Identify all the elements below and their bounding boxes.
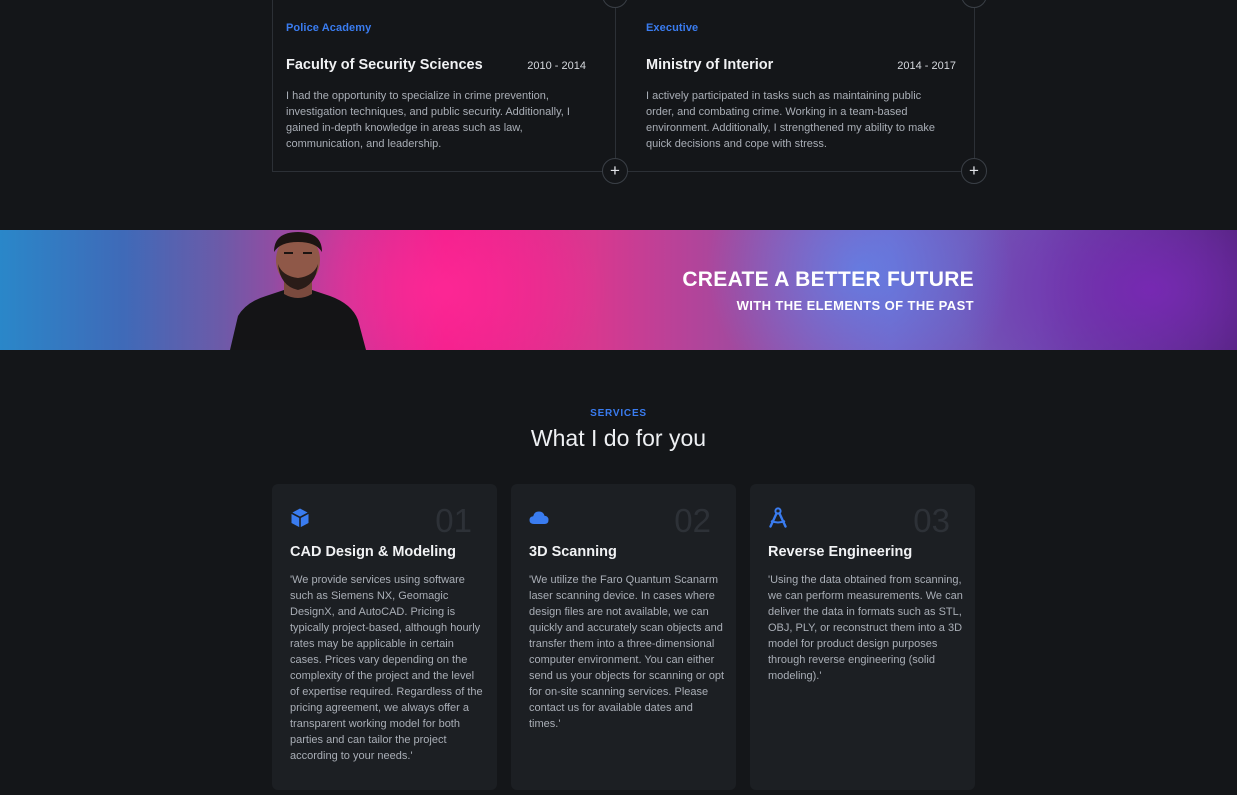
banner-subtitle: WITH THE ELEMENTS OF THE PAST xyxy=(736,298,974,313)
service-card[interactable]: 01 CAD Design & Modeling 'We provide ser… xyxy=(272,484,497,790)
timeline-title: Faculty of Security Sciences xyxy=(286,57,483,73)
timeline-title: Ministry of Interior xyxy=(646,57,774,73)
timeline-item: Executive Ministry of Interior 2014 - 20… xyxy=(646,0,986,172)
hero-banner: CREATE A BETTER FUTURE WITH THE ELEMENTS… xyxy=(0,230,1237,350)
timeline-kicker: Police Academy xyxy=(286,22,372,34)
service-title: 3D Scanning xyxy=(529,544,617,560)
timeline-item: Police Academy Faculty of Security Scien… xyxy=(286,0,626,172)
compass-drafting-icon xyxy=(769,507,787,528)
service-card[interactable]: 03 Reverse Engineering 'Using the data o… xyxy=(750,484,975,790)
timeline-kicker: Executive xyxy=(646,22,699,34)
service-description: 'We utilize the Faro Quantum Scanarm las… xyxy=(529,574,725,730)
services-heading: What I do for you xyxy=(530,425,707,451)
service-number: 02 xyxy=(674,502,711,539)
service-card[interactable]: 02 3D Scanning 'We utilize the Faro Quan… xyxy=(511,484,736,790)
timeline-years: 2010 - 2014 xyxy=(527,60,586,72)
service-number: 03 xyxy=(913,502,950,539)
plus-icon[interactable]: + xyxy=(961,158,987,184)
timeline-description: I had the opportunity to specialize in c… xyxy=(286,90,570,150)
services-kicker: SERVICES xyxy=(590,408,647,419)
service-number: 01 xyxy=(435,502,472,539)
banner-title: CREATE A BETTER FUTURE xyxy=(682,268,974,291)
service-description: 'We provide services using software such… xyxy=(290,574,483,762)
cube-icon xyxy=(291,508,309,528)
cloud-icon xyxy=(529,511,549,524)
service-title: CAD Design & Modeling xyxy=(290,544,456,560)
timeline-description: I actively participated in tasks such as… xyxy=(646,90,936,150)
plus-icon[interactable]: + xyxy=(602,158,628,184)
timeline-years: 2014 - 2017 xyxy=(897,60,956,72)
timeline-divider xyxy=(272,0,273,172)
person-photo xyxy=(230,232,366,350)
service-title: Reverse Engineering xyxy=(768,544,913,560)
experience-timeline: + + Police Academy Faculty of Security S… xyxy=(272,0,987,184)
service-description: 'Using the data obtained from scanning, … xyxy=(768,574,963,682)
